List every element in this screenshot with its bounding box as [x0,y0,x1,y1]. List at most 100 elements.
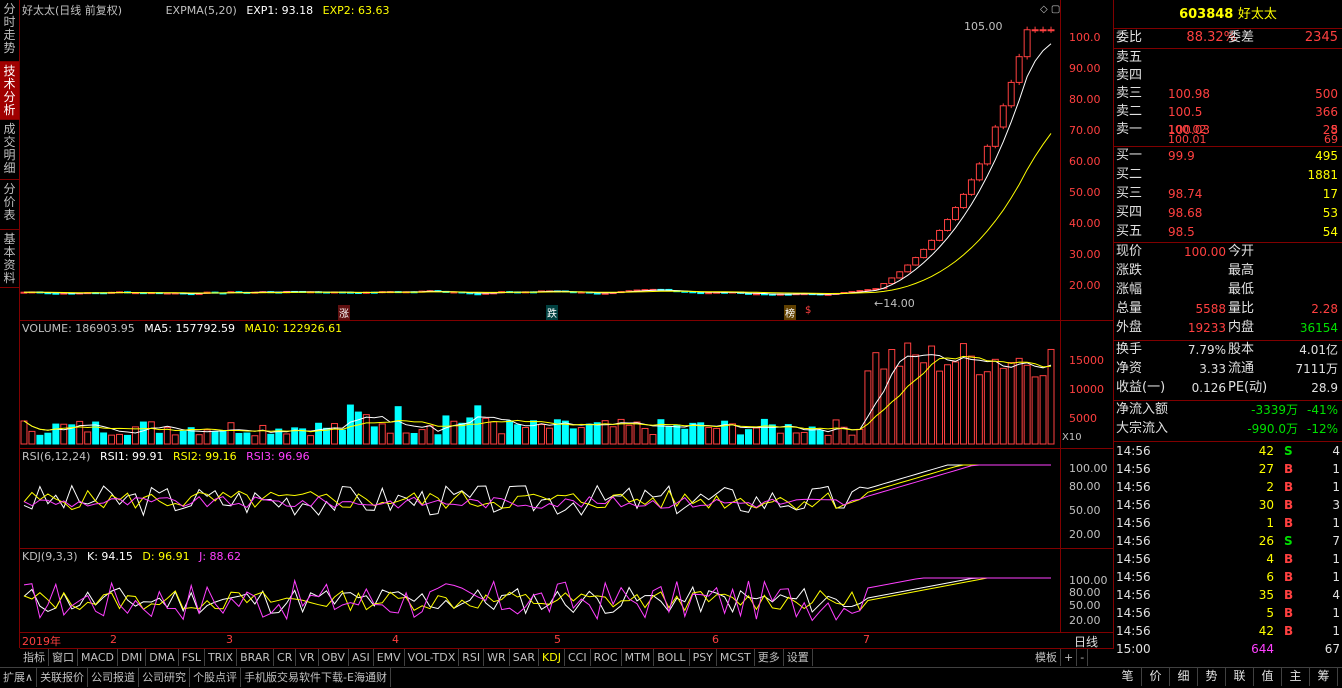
quote-tab[interactable]: 值 [1254,667,1282,686]
volume-bar [259,424,267,445]
kline-panel[interactable]: 好太太(日线 前复权) EXPMA(5,20) EXP1: 93.18 EXP2… [20,0,1113,321]
quote-tab[interactable]: 笔 [1114,667,1142,686]
marker-up[interactable]: 涨 [338,305,350,320]
tick-list[interactable]: 14:56 42 S 4 14:56 27 B 1 14:56 2 B 1 14:56 30 B 3 14:56… [1114,442,1342,664]
indicator-tab[interactable]: OBV [319,649,349,666]
tick-row[interactable]: 15:00 644 67 [1114,640,1342,658]
volume-bar [211,431,219,445]
rsi-chart[interactable] [20,448,1060,548]
status-tab[interactable]: 公司研究 [139,668,191,687]
indicator-tab[interactable]: VOL-TDX [405,649,460,666]
tab-technical-analysis[interactable]: 技术分析 [0,62,19,120]
indicator-tab[interactable]: 更多 [755,649,784,666]
quote-tab[interactable]: 筹 [1310,667,1338,686]
quote-tab[interactable]: 价 [1142,667,1170,686]
indicator-tab[interactable]: ROC [591,649,622,666]
ask-extra-row: 100.02 5 [1114,124,1342,135]
status-tab[interactable]: 扩展∧ [0,668,38,687]
tick-volume: 6 [1266,570,1274,584]
y-tick: 30.00 [1069,248,1101,261]
tick-row[interactable]: 14:56 35 B 4 [1114,586,1342,604]
tab-trade-details[interactable]: 成交明细 [0,120,19,180]
indicator-tab[interactable]: CCI [565,649,591,666]
indicator-tab[interactable]: MACD [78,649,118,666]
volume-bar [585,423,593,445]
indicator-tab[interactable]: FSL [179,649,205,666]
ask-label: 卖三 [1116,86,1143,101]
volume-bar [346,404,354,445]
candle [975,163,983,181]
rsi-panel[interactable]: RSI(6,12,24) RSI1: 99.91 RSI2: 99.16 RSI… [20,448,1113,549]
tick-row[interactable]: 14:56 2 B 1 [1114,478,1342,496]
indicator-tab[interactable]: CR [274,649,297,666]
indicator-tab[interactable]: SAR [510,649,540,666]
tick-row[interactable]: 14:56 27 B 1 [1114,460,1342,478]
indicator-tab[interactable]: KDJ [539,649,565,666]
quote-tab[interactable]: 主 [1282,667,1310,686]
ask-row[interactable]: 卖五 [1114,49,1342,67]
indicator-tab[interactable]: WR [484,649,510,666]
indicator-tab[interactable]: MTM [622,649,655,666]
quote-tab[interactable]: 势 [1198,667,1226,686]
kline-chart[interactable] [20,0,1060,320]
volume-chart[interactable] [20,320,1060,448]
indicator-tab[interactable]: BOLL [654,649,690,666]
bid-volume: 53 [1322,206,1338,220]
status-tab[interactable]: 手机版交易软件下载-E海通财 [241,668,391,687]
tick-volume: 30 [1258,498,1274,512]
ask-row[interactable]: 卖四 [1114,67,1342,85]
volume-panel[interactable]: VOLUME: 186903.95 MA5: 157792.59 MA10: 1… [20,320,1113,449]
indicator-tab[interactable]: DMI [118,649,147,666]
quote-tab[interactable]: 细 [1170,667,1198,686]
indicator-tab[interactable]: VR [296,649,319,666]
candle [52,292,60,295]
add-icon[interactable]: + [1061,649,1078,666]
tick-row[interactable]: 14:56 5 B 1 [1114,604,1342,622]
status-tab[interactable]: 关联报价 [37,668,89,687]
bid-row[interactable]: 买三 98.74 17 [1114,185,1342,203]
tick-row[interactable]: 14:56 4 B 1 [1114,550,1342,568]
indicator-tab[interactable]: ASI [349,649,374,666]
bid-row[interactable]: 买五 98.5 54 [1114,223,1342,241]
bid-row[interactable]: 买二 1881 [1114,166,1342,184]
indicator-tab[interactable]: 设置 [784,649,813,666]
candle [1039,29,1047,32]
indicator-tab[interactable]: PSY [690,649,717,666]
tab-price-distribution[interactable]: 分价表 [0,180,19,230]
minus-icon[interactable]: - [1077,649,1089,666]
tick-row[interactable]: 14:56 26 S 7 [1114,532,1342,550]
volume-y-axis: 15000 10000 5000 [1060,320,1114,448]
indicator-tab[interactable]: EMV [374,649,405,666]
volume-bar [1023,364,1031,445]
bid-row[interactable]: 买一 99.9 495 [1114,147,1342,165]
chart-area[interactable]: 好太太(日线 前复权) EXPMA(5,20) EXP1: 93.18 EXP2… [20,0,1114,649]
quote-tab[interactable]: 联 [1226,667,1254,686]
tick-row[interactable]: 14:56 1 B 1 [1114,514,1342,532]
indicator-tab[interactable]: MCST [717,649,755,666]
indicator-tab[interactable]: BRAR [237,649,275,666]
tick-row[interactable]: 14:56 30 B 3 [1114,496,1342,514]
ask-row[interactable]: 卖三 100.98 500 [1114,85,1342,103]
indicator-tab[interactable]: RSI [459,649,485,666]
marker-list[interactable]: 榜 [784,305,796,320]
kdj-panel[interactable]: KDJ(9,3,3) K: 94.15 D: 96.91 J: 88.62 10… [20,548,1113,633]
tab-time-sharing[interactable]: 分时走势 [0,0,19,62]
indicator-tab[interactable]: 窗口 [49,649,78,666]
stat-label: 涨跌 [1116,263,1143,278]
status-tab[interactable]: 个股点评 [190,668,242,687]
indicator-tab[interactable]: DMA [146,649,179,666]
tick-row[interactable]: 14:56 42 B 1 [1114,622,1342,640]
status-tab[interactable]: 公司报道 [88,668,140,687]
tick-row[interactable]: 14:56 6 B 1 [1114,568,1342,586]
tick-row[interactable]: 14:56 42 S 4 [1114,442,1342,460]
kdj-chart[interactable] [20,548,1060,632]
marker-dollar[interactable]: $ [805,305,811,316]
bid-row[interactable]: 买四 98.68 53 [1114,204,1342,222]
ask-row[interactable]: 卖二 100.5 366 [1114,103,1342,121]
indicator-tab[interactable]: 指标 [20,649,49,666]
marker-down[interactable]: 跌 [546,305,558,320]
template-button[interactable]: 模板 [1032,649,1061,666]
tab-basic-info[interactable]: 基本资料 [0,230,19,288]
tick-count: 1 [1332,570,1340,584]
indicator-tab[interactable]: TRIX [205,649,238,666]
